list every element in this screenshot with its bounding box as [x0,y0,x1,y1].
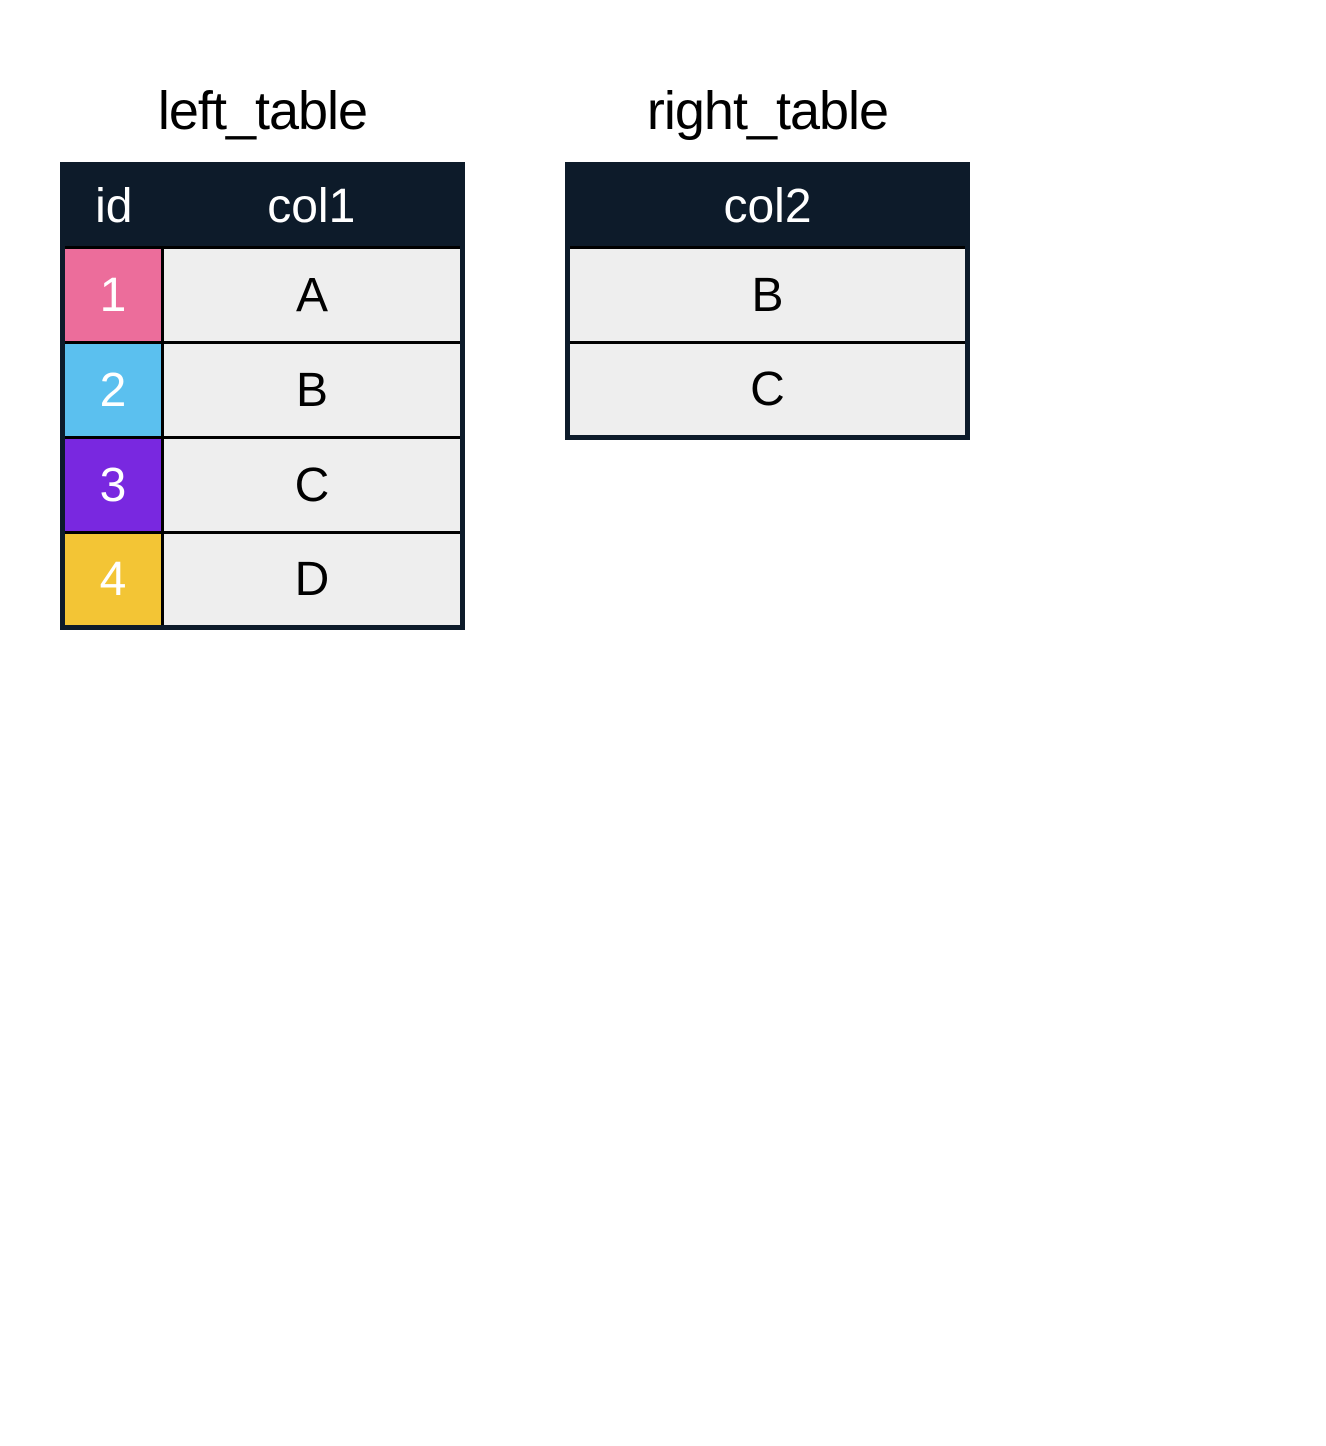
table-row: 4 D [63,533,463,628]
left-table-header-col1: col1 [163,165,463,248]
left-table-header-row: id col1 [63,165,463,248]
left-table: id col1 1 A 2 B 3 C 4 D [60,162,465,630]
value-cell: B [163,343,463,438]
value-cell: C [568,343,968,438]
right-table-block: right_table col2 B C [565,80,970,440]
table-row: 1 A [63,248,463,343]
left-table-header-id: id [63,165,163,248]
table-row: 3 C [63,438,463,533]
right-table-header-row: col2 [568,165,968,248]
right-table-header-col2: col2 [568,165,968,248]
value-cell: C [163,438,463,533]
value-cell: B [568,248,968,343]
id-cell: 3 [63,438,163,533]
table-row: C [568,343,968,438]
table-row: 2 B [63,343,463,438]
left-table-title: left_table [158,80,367,142]
value-cell: D [163,533,463,628]
id-cell: 1 [63,248,163,343]
value-cell: A [163,248,463,343]
tables-container: left_table id col1 1 A 2 B 3 C [60,80,1266,630]
left-table-block: left_table id col1 1 A 2 B 3 C [60,80,465,630]
right-table-title: right_table [647,80,888,142]
right-table: col2 B C [565,162,970,440]
table-row: B [568,248,968,343]
id-cell: 2 [63,343,163,438]
id-cell: 4 [63,533,163,628]
